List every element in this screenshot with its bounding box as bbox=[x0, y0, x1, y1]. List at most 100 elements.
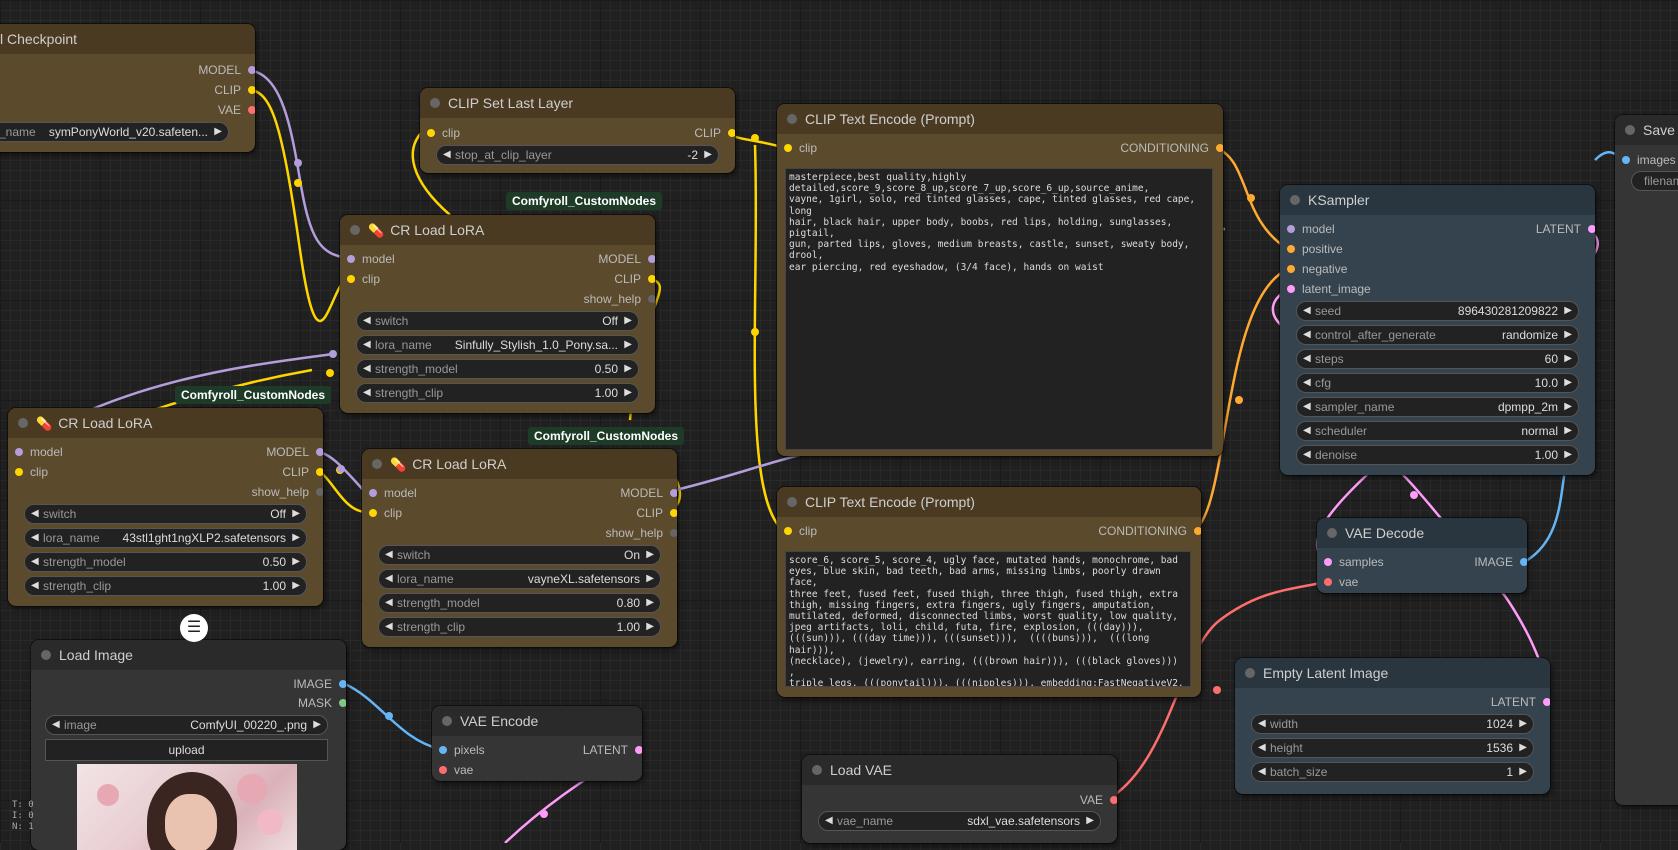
collapse-dot-icon[interactable] bbox=[787, 497, 797, 507]
node-title[interactable]: 💊 CR Load LoRA bbox=[340, 215, 655, 245]
output-socket[interactable] bbox=[316, 488, 323, 496]
strength-model-widget[interactable]: ◀ strength_model 0.50 ▶ bbox=[356, 359, 639, 379]
list-icon[interactable]: ☰ bbox=[180, 614, 208, 642]
strength-model-widget[interactable]: ◀ strength_model 0.50 ▶ bbox=[24, 552, 307, 572]
strength-model-widget[interactable]: ◀ strength_model 0.80 ▶ bbox=[378, 593, 661, 613]
output-socket[interactable] bbox=[339, 699, 346, 707]
node-title[interactable]: VAE Decode bbox=[1317, 518, 1527, 548]
output-socket[interactable] bbox=[670, 529, 677, 537]
node-title[interactable]: CLIP Text Encode (Prompt) bbox=[777, 487, 1201, 517]
switch-widget[interactable]: ◀ switch On ▶ bbox=[378, 545, 661, 565]
input-socket[interactable] bbox=[784, 144, 792, 152]
control-after-generate-widget[interactable]: ◀ control_after_generate randomize ▶ bbox=[1296, 325, 1579, 345]
steps-widget[interactable]: ◀ steps 60 ▶ bbox=[1296, 349, 1579, 369]
node-title[interactable]: VAE Encode bbox=[432, 706, 642, 736]
lora-name-widget[interactable]: ◀ lora_name 43stl1ght1ngXLP2.safetensors ▶ bbox=[24, 528, 307, 548]
collapse-dot-icon[interactable] bbox=[18, 418, 28, 428]
collapse-dot-icon[interactable] bbox=[1290, 195, 1300, 205]
upload-button[interactable]: upload bbox=[45, 739, 328, 761]
input-socket[interactable] bbox=[1324, 558, 1332, 566]
prompt-textarea[interactable]: score_6, score_5, score_4, ugly face, mu… bbox=[785, 551, 1191, 687]
node-title[interactable]: Empty Latent Image bbox=[1235, 658, 1550, 688]
output-socket[interactable] bbox=[339, 680, 346, 688]
output-socket[interactable] bbox=[648, 295, 655, 303]
input-socket[interactable] bbox=[347, 255, 355, 263]
output-socket[interactable] bbox=[670, 509, 677, 517]
lora-name-widget[interactable]: ◀ lora_name Sinfully_Stylish_1.0_Pony.sa..… bbox=[356, 335, 639, 355]
input-socket[interactable] bbox=[427, 129, 435, 137]
output-socket[interactable] bbox=[1543, 698, 1550, 706]
node-load-vae[interactable]: Load VAE VAE ◀ vae_name sdxl_vae.safetenso… bbox=[802, 755, 1117, 843]
collapse-dot-icon[interactable] bbox=[442, 716, 452, 726]
collapse-dot-icon[interactable] bbox=[812, 765, 822, 775]
node-empty-latent-image[interactable]: Empty Latent Image LATENT ◀ width 1024 ▶ ◀ h… bbox=[1235, 658, 1550, 794]
input-socket[interactable] bbox=[1287, 265, 1295, 273]
node-title[interactable]: 💊 CR Load LoRA bbox=[8, 408, 323, 438]
output-socket[interactable] bbox=[248, 86, 255, 94]
node-clip-text-encode-positive[interactable]: CLIP Text Encode (Prompt) clip CONDITION… bbox=[777, 104, 1223, 456]
input-socket[interactable] bbox=[347, 275, 355, 283]
node-title[interactable]: 💊 CR Load LoRA bbox=[362, 449, 677, 479]
input-socket[interactable] bbox=[15, 468, 23, 476]
width-widget[interactable]: ◀ width 1024 ▶ bbox=[1251, 714, 1534, 734]
height-widget[interactable]: ◀ height 1536 ▶ bbox=[1251, 738, 1534, 758]
input-socket[interactable] bbox=[1287, 285, 1295, 293]
node-load-image[interactable]: Load Image IMAGE MASK ◀ image ComfyUI_0022… bbox=[31, 640, 346, 850]
node-cr-load-lora[interactable]: 💊 CR Load LoRA model clip MODEL CLIP show… bbox=[340, 215, 655, 413]
switch-widget[interactable]: ◀ switch Off ▶ bbox=[356, 311, 639, 331]
input-socket[interactable] bbox=[1287, 225, 1295, 233]
switch-widget[interactable]: ◀ switch Off ▶ bbox=[24, 504, 307, 524]
node-title[interactable]: CLIP Text Encode (Prompt) bbox=[777, 104, 1223, 134]
stop-at-clip-layer-widget[interactable]: ◀ stop_at_clip_layer -2 ▶ bbox=[436, 145, 719, 165]
collapse-dot-icon[interactable] bbox=[372, 459, 382, 469]
collapse-dot-icon[interactable] bbox=[430, 98, 440, 108]
scheduler-widget[interactable]: ◀ scheduler normal ▶ bbox=[1296, 421, 1579, 441]
output-socket[interactable] bbox=[648, 255, 655, 263]
output-socket[interactable] bbox=[316, 468, 323, 476]
sampler-name-widget[interactable]: ◀ sampler_name dpmpp_2m ▶ bbox=[1296, 397, 1579, 417]
input-socket[interactable] bbox=[784, 527, 792, 535]
node-title[interactable]: CLIP Set Last Layer bbox=[420, 88, 735, 118]
node-title[interactable]: Save bbox=[1615, 115, 1678, 145]
strength-clip-widget[interactable]: ◀ strength_clip 1.00 ▶ bbox=[356, 383, 639, 403]
input-socket[interactable] bbox=[1622, 156, 1630, 164]
lora-name-widget[interactable]: ◀ lora_name vayneXL.safetensors ▶ bbox=[378, 569, 661, 589]
output-socket[interactable] bbox=[1520, 558, 1527, 566]
collapse-dot-icon[interactable] bbox=[41, 650, 51, 660]
output-socket[interactable] bbox=[316, 448, 323, 456]
output-socket[interactable] bbox=[248, 66, 255, 74]
input-socket[interactable] bbox=[15, 448, 23, 456]
vae-name-widget[interactable]: ◀ vae_name sdxl_vae.safetensors ▶ bbox=[818, 811, 1101, 831]
image-select-widget[interactable]: ◀ image ComfyUI_00220_.png ▶ bbox=[45, 715, 328, 735]
input-socket[interactable] bbox=[369, 489, 377, 497]
input-socket[interactable] bbox=[439, 746, 447, 754]
output-socket[interactable] bbox=[1216, 144, 1223, 152]
ckpt-name-widget[interactable]: _name symPonyWorld_v20.safeten... ▶ bbox=[0, 122, 229, 142]
node-load-checkpoint[interactable]: l Checkpoint MODEL CLIP VAE _name symPony… bbox=[0, 24, 255, 152]
node-title[interactable]: Load Image bbox=[31, 640, 346, 670]
node-title[interactable]: l Checkpoint bbox=[0, 24, 255, 54]
input-socket[interactable] bbox=[1324, 578, 1332, 586]
seed-widget[interactable]: ◀ seed 896430281209822 ▶ bbox=[1296, 301, 1579, 321]
input-socket[interactable] bbox=[1287, 245, 1295, 253]
node-ksampler[interactable]: KSampler model positive negative latent_… bbox=[1280, 185, 1595, 475]
node-save-image[interactable]: Save images filenam bbox=[1615, 115, 1678, 805]
strength-clip-widget[interactable]: ◀ strength_clip 1.00 ▶ bbox=[24, 576, 307, 596]
node-title[interactable]: Load VAE bbox=[802, 755, 1117, 785]
collapse-dot-icon[interactable] bbox=[1245, 668, 1255, 678]
cfg-widget[interactable]: ◀ cfg 10.0 ▶ bbox=[1296, 373, 1579, 393]
collapse-dot-icon[interactable] bbox=[1327, 528, 1337, 538]
node-vae-decode[interactable]: VAE Decode samples vae IMAGE bbox=[1317, 518, 1527, 593]
node-cr-load-lora[interactable]: 💊 CR Load LoRA model clip MODEL CLIP show… bbox=[362, 449, 677, 647]
node-vae-encode[interactable]: VAE Encode pixels vae LATENT bbox=[432, 706, 642, 781]
output-socket[interactable] bbox=[635, 746, 642, 754]
prompt-textarea[interactable]: masterpiece,best quality,highly detailed… bbox=[785, 168, 1213, 450]
node-clip-text-encode-negative[interactable]: CLIP Text Encode (Prompt) clip CONDITION… bbox=[777, 487, 1201, 697]
input-socket[interactable] bbox=[369, 509, 377, 517]
collapse-dot-icon[interactable] bbox=[350, 225, 360, 235]
output-socket[interactable] bbox=[1194, 527, 1201, 535]
collapse-dot-icon[interactable] bbox=[1625, 125, 1635, 135]
filename-prefix-widget[interactable]: filenam bbox=[1631, 171, 1678, 191]
output-socket[interactable] bbox=[648, 275, 655, 283]
collapse-dot-icon[interactable] bbox=[787, 114, 797, 124]
